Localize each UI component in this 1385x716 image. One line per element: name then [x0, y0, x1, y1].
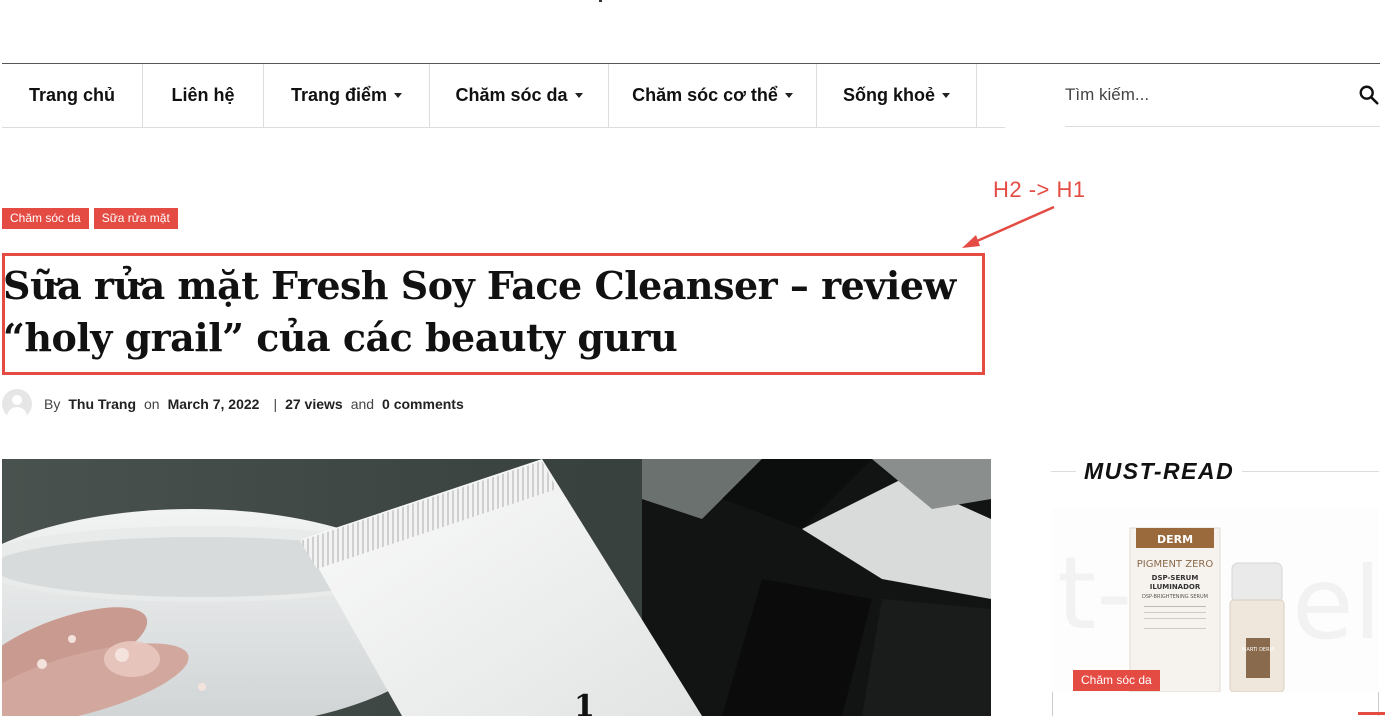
meta-separator: |: [273, 396, 278, 412]
article-featured-image: 1: [2, 459, 991, 716]
nav-item-label: Trang điểm: [290, 85, 388, 105]
nav-item-skincare[interactable]: Chăm sóc da: [430, 64, 609, 127]
must-read-card-frame: [1052, 692, 1379, 716]
svg-text:1: 1: [574, 689, 595, 716]
accent-bar: [1358, 712, 1385, 715]
search-bar: [1065, 64, 1380, 127]
category-tag-skincare[interactable]: Chăm sóc da: [2, 208, 89, 229]
top-speck: [599, 0, 602, 2]
must-read-heading: MUST-READ: [1076, 458, 1243, 485]
svg-text:t-: t-: [1057, 535, 1132, 652]
product-name-text: PIGMENT ZERO: [1137, 559, 1214, 570]
nav-item-label: Liên hệ: [171, 85, 235, 105]
article-title: Sữa rửa mặt Fresh Soy Face Cleanser – re…: [3, 263, 956, 360]
annotation-arrow-icon: [962, 205, 1055, 248]
must-read-card-image[interactable]: t- ell DERM PIGMENT ZERO DSP-SERUM ILUMI…: [1052, 508, 1379, 692]
product-line2-text: ILUMINADOR: [1150, 583, 1201, 591]
nav-item-label: Chăm sóc cơ thể: [632, 85, 778, 105]
article-meta: By Thu Trang on March 7, 2022 | 27 views…: [2, 388, 464, 420]
meta-and: and: [350, 396, 375, 412]
author-link[interactable]: Thu Trang: [68, 396, 136, 412]
product-line1-text: DSP-SERUM: [1152, 574, 1199, 582]
author-avatar[interactable]: [2, 389, 32, 419]
nav-item-bodycare[interactable]: Chăm sóc cơ thể: [609, 64, 817, 127]
nav-item-contact[interactable]: Liên hệ: [143, 64, 264, 127]
comment-count[interactable]: 0 comments: [382, 396, 464, 412]
chevron-down-icon: [394, 93, 403, 98]
must-read-category-tag[interactable]: Chăm sóc da: [1073, 670, 1160, 691]
bottle-brand-text: MARTI DERM: [1242, 647, 1274, 653]
nav-item-label: Trang chủ: [28, 85, 115, 105]
chevron-down-icon: [942, 93, 950, 98]
product-brand-text: DERM: [1157, 533, 1193, 546]
publish-date: March 7, 2022: [167, 396, 260, 412]
nav-item-label: Chăm sóc da: [455, 85, 568, 105]
category-tag-cleanser[interactable]: Sữa rửa mặt: [93, 208, 178, 229]
nav-item-home[interactable]: Trang chủ: [2, 64, 143, 127]
product-line3-text: DSP-BRIGHTENING SERUM: [1142, 594, 1208, 600]
view-count: 27 views: [285, 396, 343, 412]
nav-item-makeup[interactable]: Trang điểm: [264, 64, 430, 127]
nav-item-healthy-living[interactable]: Sống khoẻ: [817, 64, 977, 127]
chevron-down-icon: [784, 93, 793, 98]
search-icon[interactable]: [1358, 84, 1380, 106]
search-input[interactable]: [1065, 80, 1335, 110]
svg-text:ell: ell: [1292, 545, 1379, 662]
nav-item-label: Sống khoẻ: [842, 85, 935, 105]
chevron-down-icon: [574, 93, 583, 98]
meta-on: on: [144, 396, 160, 412]
meta-by: By: [44, 396, 61, 412]
main-nav: Trang chủ Liên hệ Trang điểm Chăm sóc da…: [2, 63, 1005, 128]
category-tags: Chăm sóc da Sữa rửa mặt: [2, 208, 178, 229]
